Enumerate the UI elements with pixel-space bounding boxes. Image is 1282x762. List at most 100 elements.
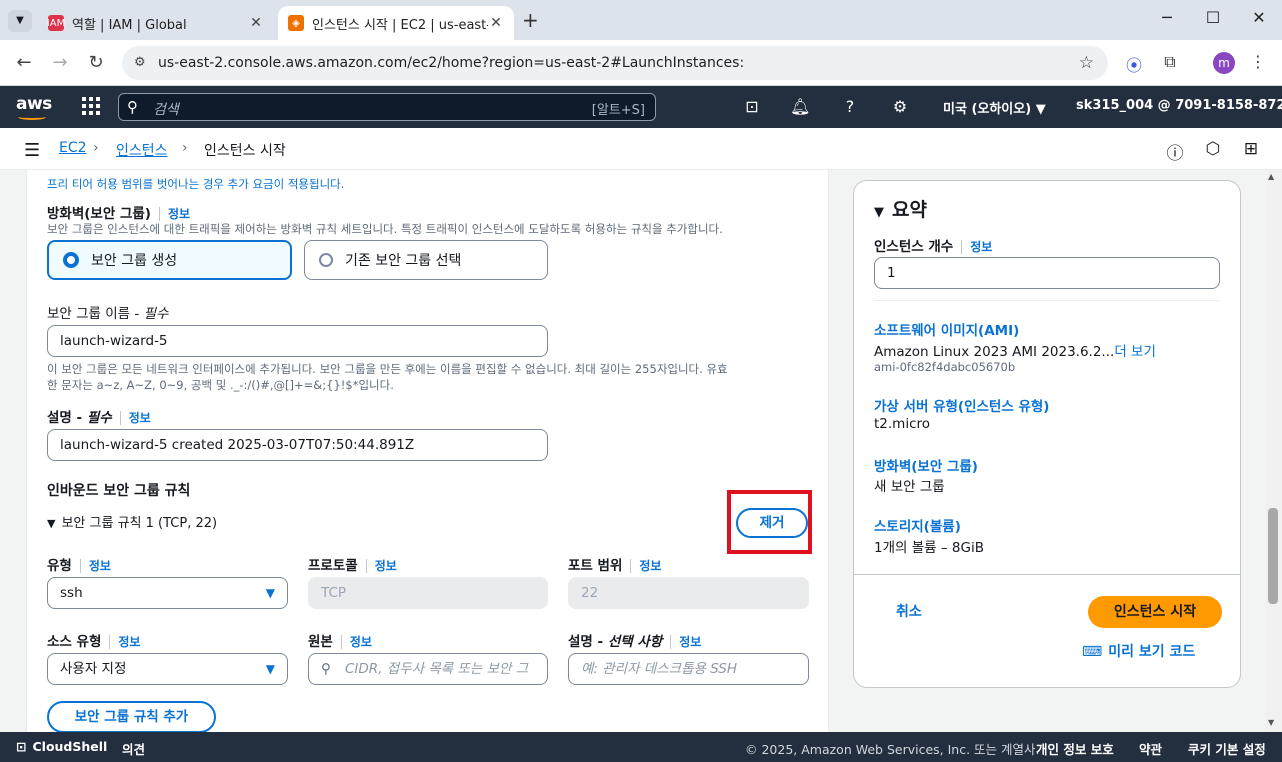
type-label: 유형 — [47, 558, 72, 574]
ami-name: Amazon Linux 2023 AMI 2023.6.2... — [874, 344, 1115, 360]
protocol-label: 프로토콜 — [308, 558, 358, 574]
source-type-value: 사용자 지정 — [60, 661, 127, 677]
caret-down-icon: ▼ — [47, 517, 56, 530]
scroll-up-arrow-icon[interactable]: ▲ — [1268, 172, 1274, 181]
new-tab-plus-icon[interactable]: + — [522, 8, 539, 32]
help-icon[interactable]: ? — [840, 97, 860, 116]
rule-description-input[interactable]: 예: 관리자 데스크톱용 SSH — [568, 653, 809, 685]
source-cidr-input[interactable]: ⚲ CIDR, 접두사 목록 또는 보안 그 — [308, 653, 548, 685]
ami-link[interactable]: 소프트웨어 이미지(AMI) — [874, 319, 1019, 339]
security-group-name-input[interactable]: launch-wizard-5 — [47, 325, 548, 357]
source-type-select[interactable]: 사용자 지정 ▼ — [47, 653, 288, 685]
side-nav-menu-icon[interactable]: ☰ — [24, 140, 40, 161]
bookmark-star-icon[interactable]: ☆ — [1079, 53, 1094, 73]
port-range-field: 22 — [568, 577, 809, 609]
instance-count-info-link[interactable]: 정보 — [961, 240, 993, 254]
close-tab-icon[interactable]: ✕ — [248, 15, 264, 31]
cancel-button[interactable]: 취소 — [896, 601, 922, 621]
rule-description-info-link[interactable]: 정보 — [670, 635, 702, 649]
notifications-bell-icon[interactable]: 🔔︎ — [790, 97, 810, 116]
breadcrumb-ec2[interactable]: EC2 — [59, 140, 87, 156]
services-grid-icon[interactable] — [82, 97, 100, 115]
close-tab-icon[interactable]: ✕ — [488, 15, 504, 31]
console-footer: ⊡ CloudShell 의견 © 2025, Amazon Web Servic… — [0, 732, 1282, 762]
cloudshell-button[interactable]: ⊡ CloudShell — [16, 739, 107, 754]
aws-console-header: aws ⚲ 검색 [알트+S] ⊡ 🔔︎ ? ⚙ 미국 (오하이오) ▼ sk3… — [0, 86, 1282, 128]
existing-security-group-option[interactable]: 기존 보안 그룹 선택 — [304, 240, 548, 280]
forward-arrow-icon[interactable]: → — [48, 52, 72, 73]
cookie-preferences-link[interactable]: 쿠키 기본 설정 — [1188, 739, 1266, 758]
breadcrumb-instances[interactable]: 인스턴스 — [116, 140, 168, 160]
instance-count-input[interactable]: 1 — [874, 257, 1220, 289]
source-placeholder: CIDR, 접두사 목록 또는 보안 그 — [345, 661, 529, 677]
radio-unselected-icon — [319, 253, 333, 267]
description-input[interactable]: launch-wizard-5 created 2025-03-07T07:50… — [47, 429, 548, 461]
page-scrollbar[interactable] — [1266, 170, 1282, 732]
scroll-down-arrow-icon[interactable]: ▼ — [1268, 718, 1274, 727]
back-arrow-icon[interactable]: ← — [12, 52, 36, 73]
search-shortcut: [알트+S] — [591, 103, 645, 118]
browser-tab-ec2[interactable]: ◈ 인스턴스 시작 | EC2 | us-east-2 ✕ — [278, 6, 514, 40]
reload-icon[interactable]: ↻ — [84, 52, 108, 73]
instance-type-link[interactable]: 가상 서버 유형(인스턴스 유형) — [874, 395, 1049, 415]
launch-instance-button[interactable]: 인스턴스 시작 — [1088, 596, 1222, 628]
firewall-heading: 방화벽(보안 그룹) 정보 — [47, 202, 191, 222]
rule-expander[interactable]: ▼ 보안 그룹 규칙 1 (TCP, 22) — [47, 512, 217, 531]
ec2-favicon-icon: ◈ — [288, 15, 304, 31]
privacy-link[interactable]: 개인 정보 보호 — [1036, 739, 1114, 758]
firewall-description: 보안 그룹은 인스턴스에 대한 트래픽을 제어하는 방화벽 규칙 세트입니다. … — [47, 222, 723, 236]
description-info-link[interactable]: 정보 — [119, 411, 151, 425]
address-bar[interactable]: ⚙ us-east-2.console.aws.amazon.com/ec2/h… — [122, 46, 1108, 80]
info-circle-icon[interactable]: ⓘ — [1165, 139, 1185, 164]
extension-wireless-icon[interactable]: ⦿ — [1122, 52, 1146, 76]
divider — [874, 300, 1220, 301]
port-range-info-link[interactable]: 정보 — [630, 559, 662, 573]
hexagon-settings-icon[interactable]: ⬡ — [1203, 139, 1223, 159]
cloudshell-icon[interactable]: ⊡ — [742, 97, 762, 116]
protocol-info-link[interactable]: 정보 — [365, 559, 397, 573]
add-rule-button[interactable]: 보안 그룹 규칙 추가 — [47, 701, 216, 732]
storage-link[interactable]: 스토리지(볼륨) — [874, 515, 961, 535]
storage-value: 1개의 볼륨 – 8GiB — [874, 540, 984, 556]
feedback-link[interactable]: 의견 — [122, 739, 145, 758]
tab-search-chevron-icon[interactable]: ▼ — [8, 10, 32, 32]
minimize-icon[interactable]: ─ — [1152, 8, 1182, 27]
firewall-summary-link[interactable]: 방화벽(보안 그룹) — [874, 455, 978, 475]
settings-gear-icon[interactable]: ⚙ — [890, 97, 910, 116]
aws-logo[interactable]: aws — [16, 94, 52, 120]
source-type-heading: 소스 유형 정보 — [47, 630, 141, 650]
profile-avatar[interactable]: m — [1213, 52, 1235, 74]
site-settings-icon[interactable]: ⚙ — [134, 55, 146, 70]
account-menu[interactable]: sk315_004 @ 7091-8158-8723 ▼ — [1076, 98, 1282, 113]
source-info-link[interactable]: 정보 — [340, 635, 372, 649]
terms-link[interactable]: 약관 — [1139, 739, 1162, 758]
create-security-group-option[interactable]: 보안 그룹 생성 — [47, 240, 292, 280]
summary-heading[interactable]: ▼ 요약 — [874, 195, 927, 222]
firewall-label: 방화벽(보안 그룹) — [47, 206, 151, 222]
rule-description-label-text: 설명 - — [568, 634, 608, 650]
type-info-link[interactable]: 정보 — [79, 559, 111, 573]
rule-description-label: 설명 - 선택 사항 — [568, 634, 662, 650]
sg-name-label: 보안 그룹 이름 - 필수 — [47, 302, 168, 322]
window-close-icon[interactable]: ✕ — [1244, 8, 1274, 27]
region-selector[interactable]: 미국 (오하이오) ▼ — [943, 98, 1046, 117]
search-icon: ⚲ — [321, 661, 331, 677]
free-tier-notice: 프리 티어 허용 범위를 벗어나는 경우 추가 요금이 적용됩니다. — [47, 177, 345, 191]
monitor-feedback-icon[interactable]: ⊞ — [1241, 139, 1261, 159]
type-select[interactable]: ssh ▼ — [47, 577, 288, 609]
ami-more-link[interactable]: 더 보기 — [1114, 344, 1156, 360]
aws-search-input[interactable]: ⚲ 검색 [알트+S] — [118, 93, 656, 121]
maximize-icon[interactable]: ☐ — [1198, 8, 1228, 27]
browser-tab-iam[interactable]: IAM 역할 | IAM | Global ✕ — [38, 6, 274, 40]
firewall-info-link[interactable]: 정보 — [158, 207, 191, 221]
copyright-text: © 2025, Amazon Web Services, Inc. 또는 계열사… — [745, 742, 1040, 757]
extensions-puzzle-icon[interactable]: ⧉ — [1158, 52, 1182, 72]
remove-rule-button[interactable]: 제거 — [736, 508, 808, 538]
instance-count-label: 인스턴스 개수 — [874, 239, 954, 255]
scrollbar-thumb[interactable] — [1268, 508, 1278, 604]
description-label: 설명 - 필수 — [47, 410, 112, 426]
preview-code-link[interactable]: ⌨ 미리 보기 코드 — [1082, 641, 1195, 661]
browser-menu-kebab-icon[interactable]: ⋮ — [1246, 52, 1270, 71]
tab-title: 역할 | IAM | Global — [72, 17, 187, 33]
source-type-info-link[interactable]: 정보 — [109, 635, 141, 649]
